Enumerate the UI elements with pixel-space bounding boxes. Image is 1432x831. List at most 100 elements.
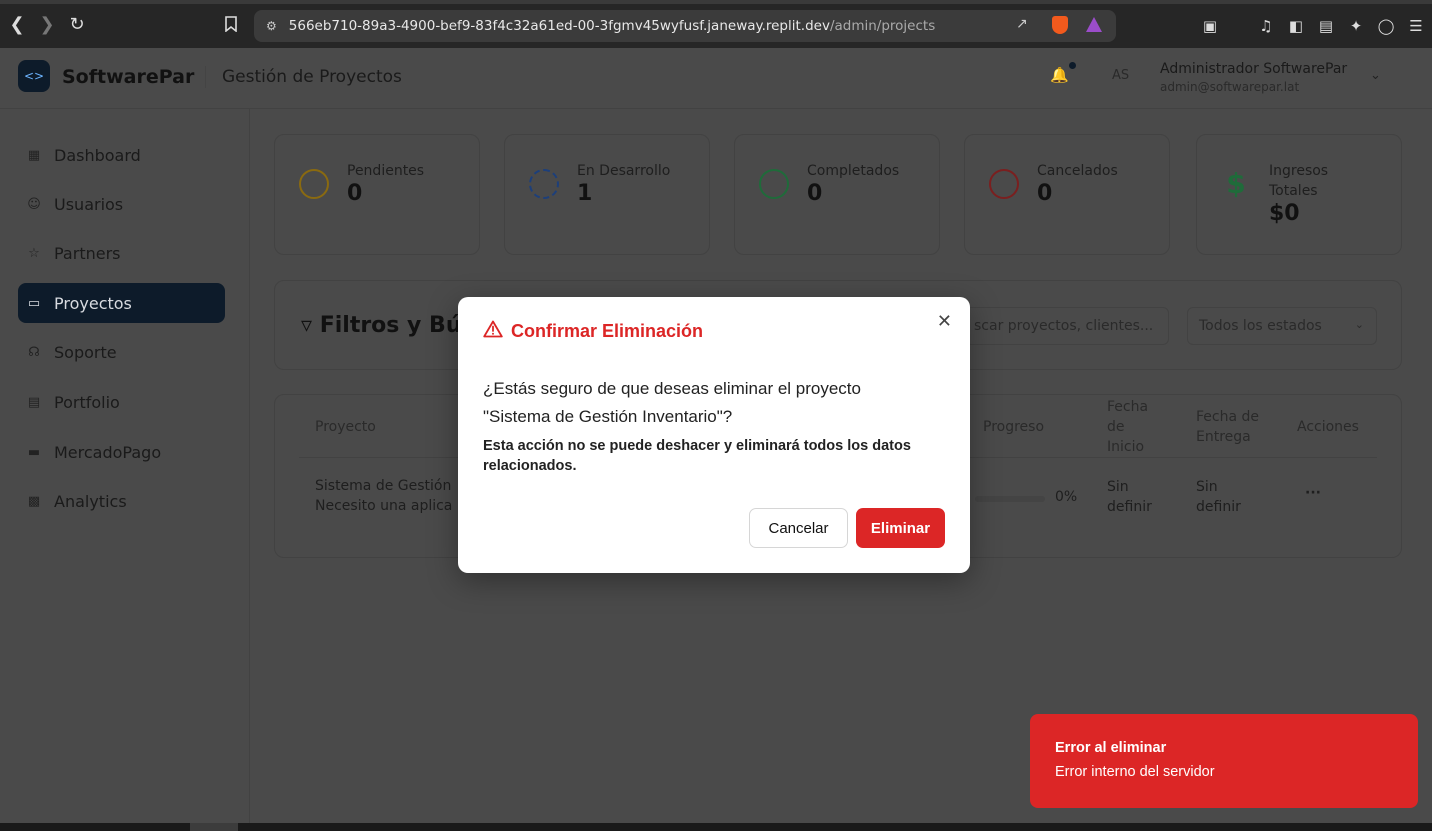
media-icon[interactable]: ♫ xyxy=(1256,12,1276,40)
share-icon[interactable]: ↗ xyxy=(1016,16,1028,32)
page-title: Gestión de Proyectos xyxy=(222,67,402,87)
column-header-actions: Acciones xyxy=(1297,419,1359,435)
taskbar-item[interactable] xyxy=(190,823,238,831)
screenshot-icon[interactable]: ▣ xyxy=(1200,12,1220,40)
app-header: <> SoftwarePar Gestión de Proyectos 🔔 AS… xyxy=(0,48,1432,109)
filter-icon: ▿ xyxy=(301,313,320,338)
avatar[interactable]: AS xyxy=(1112,68,1129,83)
site-settings-icon[interactable]: ⚙ xyxy=(266,19,277,33)
forward-icon[interactable]: ❯ xyxy=(32,9,62,39)
bar-chart-icon: ▩ xyxy=(27,493,41,509)
stat-card-pendientes: Pendientes 0 xyxy=(274,134,480,255)
rewards-icon[interactable] xyxy=(1086,17,1102,32)
sidebar-item-label: MercadoPago xyxy=(54,442,162,462)
status-select-value: Todos los estados xyxy=(1199,318,1322,334)
dialog-title: Confirmar Eliminación xyxy=(511,321,704,341)
stat-label: Ingresos Totales xyxy=(1269,163,1329,199)
column-header-start: Fecha de Inicio xyxy=(1107,399,1149,455)
browser-toolbar: ❮ ❯ ↻ ⚙ 566eb710-89a3-4900-bef9-83f4c32a… xyxy=(0,0,1432,48)
logo-icon: <> xyxy=(18,60,50,92)
stat-value: $0 xyxy=(1269,201,1300,226)
clock-icon xyxy=(299,169,329,199)
user-name[interactable]: Administrador SoftwarePar xyxy=(1160,61,1347,77)
status-select[interactable]: Todos los estados ⌄ xyxy=(1187,307,1377,345)
start-date: Sin definir xyxy=(1107,479,1152,515)
sidebar-item-label: Analytics xyxy=(54,491,127,511)
column-header-progress: Progreso xyxy=(983,419,1045,435)
row-actions-button[interactable]: ··· xyxy=(1305,483,1321,503)
stat-value: 0 xyxy=(1037,181,1053,206)
stat-label: En Desarrollo xyxy=(577,163,671,179)
document-icon: ▤ xyxy=(27,394,41,410)
due-date: Sin definir xyxy=(1196,479,1241,515)
wallet-icon[interactable]: ▤ xyxy=(1316,12,1336,40)
sidebar-item-label: Soporte xyxy=(54,342,117,362)
stat-value: 1 xyxy=(577,181,593,206)
dialog-warning-note: Esta acción no se puede deshacer y elimi… xyxy=(483,438,911,474)
sidebar-item-soporte[interactable]: ☊ Soporte xyxy=(18,332,225,372)
taskbar xyxy=(0,823,1432,831)
project-description: Necesito una aplica xyxy=(315,498,453,514)
user-email: admin@softwarepar.lat xyxy=(1160,80,1300,94)
ai-icon[interactable]: ✦ xyxy=(1346,12,1366,40)
error-toast[interactable]: Error al eliminar Error interno del serv… xyxy=(1030,714,1418,808)
sidebar-item-dashboard[interactable]: ▦ Dashboard xyxy=(18,135,225,175)
toast-title: Error al eliminar xyxy=(1055,740,1167,756)
handshake-icon: ☆ xyxy=(28,245,40,261)
sidebar-item-mercadopago[interactable]: ▬ MercadoPago xyxy=(18,432,225,472)
sidebar-item-label: Portfolio xyxy=(54,392,120,412)
dollar-icon: $ xyxy=(1226,167,1246,200)
vpn-icon[interactable]: ◯ xyxy=(1376,12,1396,40)
card-icon: ▬ xyxy=(27,444,41,460)
bookmark-icon[interactable] xyxy=(216,9,246,39)
dialog-header: Confirmar Eliminación xyxy=(483,320,703,343)
back-icon[interactable]: ❮ xyxy=(2,9,32,39)
sidebar-item-label: Dashboard xyxy=(54,145,141,165)
stat-label: Cancelados xyxy=(1037,163,1118,179)
brave-shield-icon[interactable] xyxy=(1052,16,1068,34)
menu-icon[interactable]: ☰ xyxy=(1406,12,1426,40)
sidebar-item-label: Partners xyxy=(54,243,121,263)
sidebar-icon[interactable]: ◧ xyxy=(1286,12,1306,40)
sidebar-item-proyectos[interactable]: ▭ Proyectos xyxy=(18,283,225,323)
users-icon: ☺ xyxy=(27,196,41,212)
cancel-button[interactable]: Cancelar xyxy=(749,508,848,548)
filters-title-text: Filtros y Bús xyxy=(319,313,475,338)
sidebar-item-label: Usuarios xyxy=(54,194,124,214)
check-circle-icon xyxy=(759,169,789,199)
sidebar-item-partners[interactable]: ☆ Partners xyxy=(18,233,225,273)
toast-description: Error interno del servidor xyxy=(1055,764,1215,780)
chevron-down-icon: ⌄ xyxy=(1354,318,1364,331)
confirm-delete-dialog: ✕ Confirmar Eliminación ¿Estás seguro de… xyxy=(458,297,970,573)
url-path: /admin/projects xyxy=(829,18,936,34)
header-divider xyxy=(205,66,206,88)
sidebar-item-usuarios[interactable]: ☺ Usuarios xyxy=(18,184,225,224)
sidebar-item-portfolio[interactable]: ▤ Portfolio xyxy=(18,382,225,422)
sidebar-item-analytics[interactable]: ▩ Analytics xyxy=(18,481,225,521)
notification-dot xyxy=(1069,62,1076,69)
folder-icon: ▭ xyxy=(27,295,41,311)
search-input[interactable]: scar proyectos, clientes... xyxy=(965,307,1169,345)
stat-value: 0 xyxy=(347,181,363,206)
close-icon[interactable]: ✕ xyxy=(937,311,952,332)
sidebar: ▦ Dashboard ☺ Usuarios ☆ Partners ▭ Proy… xyxy=(0,109,250,823)
project-name[interactable]: Sistema de Gestión xyxy=(315,476,451,496)
filters-title: ▿ Filtros y Bús xyxy=(301,313,475,338)
stat-value: 0 xyxy=(807,181,823,206)
stat-card-cancelados: Cancelados 0 xyxy=(964,134,1170,255)
progress-value: 0% xyxy=(1055,489,1078,505)
reload-icon[interactable]: ↻ xyxy=(62,9,92,39)
progress-bar xyxy=(975,496,1045,502)
bell-icon[interactable]: 🔔 xyxy=(1050,66,1070,86)
chevron-down-icon[interactable]: ⌄ xyxy=(1370,68,1381,83)
dialog-message: ¿Estás seguro de que deseas eliminar el … xyxy=(483,379,861,426)
brand-name: SoftwarePar xyxy=(62,66,195,88)
stat-label: Completados xyxy=(807,163,900,179)
gear-icon xyxy=(529,169,559,199)
delete-button[interactable]: Eliminar xyxy=(856,508,945,548)
stat-card-completados: Completados 0 xyxy=(734,134,940,255)
url-host: 566eb710-89a3-4900-bef9-83f4c32a61ed-00-… xyxy=(288,18,830,34)
headset-icon: ☊ xyxy=(28,344,40,360)
address-bar[interactable]: ⚙ 566eb710-89a3-4900-bef9-83f4c32a61ed-0… xyxy=(254,10,1116,42)
x-circle-icon xyxy=(989,169,1019,199)
